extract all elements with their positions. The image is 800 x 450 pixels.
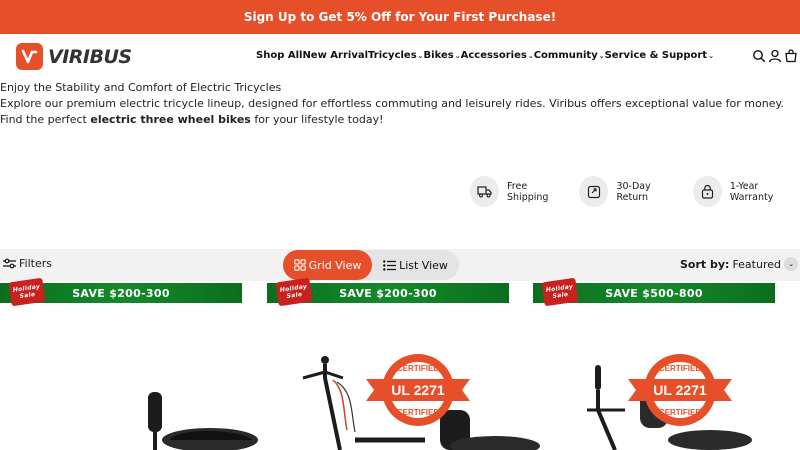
intro-body: Explore our premium electric tricycle li… bbox=[0, 96, 800, 128]
feature-30-day-return: 30-Day Return bbox=[579, 176, 680, 207]
cert-top-text: CERTIFIED bbox=[659, 364, 701, 373]
holiday-sale-badge: Holiday Sale bbox=[8, 277, 46, 307]
sale-badge-text: Holiday Sale bbox=[279, 283, 308, 301]
return-icon bbox=[579, 176, 609, 207]
filters-icon bbox=[3, 258, 16, 269]
list-icon bbox=[383, 259, 397, 271]
nav-item-new-arrival[interactable]: New Arrival bbox=[302, 50, 368, 61]
chevron-down-icon: ⌄ bbox=[784, 257, 798, 271]
sort-select[interactable]: Sort by: Featured ⌄ bbox=[680, 257, 798, 271]
sale-badge-text: Holiday Sale bbox=[12, 283, 41, 301]
list-view-label: List View bbox=[399, 258, 448, 272]
chevron-down-icon: ⌄ bbox=[708, 51, 714, 60]
holiday-sale-badge: Holiday Sale bbox=[541, 277, 579, 307]
promo-text[interactable]: Sign Up to Get 5% Off for Your First Pur… bbox=[244, 10, 556, 24]
grid-icon bbox=[293, 259, 306, 271]
nav-item-service-support[interactable]: Service & Support ⌄ bbox=[605, 50, 714, 61]
promo-bar[interactable]: Sign Up to Get 5% Off for Your First Pur… bbox=[0, 0, 800, 34]
ul-certified-badge: UL 2271 CERTIFIED CERTIFIED bbox=[628, 354, 732, 426]
view-toggle: Grid View List View bbox=[283, 250, 459, 280]
intro-body-end: for your lifestyle today! bbox=[250, 113, 384, 126]
ul-certified-badge: UL 2271 CERTIFIED CERTIFIED bbox=[366, 354, 470, 426]
sale-badge-text: Holiday Sale bbox=[545, 283, 574, 301]
filters-label: Filters bbox=[19, 257, 52, 270]
product-banner: Holiday Sale SAVE $500-800 bbox=[533, 277, 775, 307]
account-icon[interactable] bbox=[768, 49, 782, 63]
banner-text: SAVE $500-800 bbox=[605, 286, 703, 300]
cart-icon[interactable] bbox=[784, 49, 798, 63]
filters-button[interactable]: Filters bbox=[3, 257, 52, 270]
nav-label: Service & Support bbox=[604, 50, 708, 61]
intro-heading: Enjoy the Stability and Comfort of Elect… bbox=[0, 81, 282, 94]
nav-item-community[interactable]: Community ⌄ bbox=[534, 50, 605, 61]
lock-icon bbox=[692, 176, 722, 207]
feature-label: 1-Year Warranty bbox=[729, 180, 774, 203]
feature-badges: Free Shipping 30-Day Return 1-Year Warra… bbox=[470, 176, 800, 207]
product-image[interactable] bbox=[130, 380, 260, 450]
logo-text: VIRIBUS bbox=[48, 45, 132, 68]
nav-menu: Shop All New Arrival Tricycles ⌄ Bikes ⌄ A… bbox=[256, 50, 714, 61]
collection-toolbar: Filters Grid View List View Sort by: Fea… bbox=[0, 249, 800, 281]
sort-label: Sort by: bbox=[680, 257, 730, 271]
nav-item-tricycles[interactable]: Tricycles ⌄ bbox=[368, 50, 424, 61]
grid-view-label: Grid View bbox=[308, 258, 362, 272]
cert-bottom-text: CERTIFIED bbox=[397, 408, 439, 417]
nav-label: Accessories bbox=[460, 50, 527, 61]
cert-text: UL 2271 bbox=[653, 382, 707, 398]
logo-mark-icon bbox=[16, 43, 43, 70]
nav-item-bikes[interactable]: Bikes ⌄ bbox=[424, 50, 461, 61]
banner-text: SAVE $200-300 bbox=[339, 286, 437, 300]
feature-label: 30-Day Return bbox=[616, 180, 651, 203]
nav-label: Shop All bbox=[256, 50, 303, 61]
product-banner: Holiday Sale SAVE $200-300 bbox=[0, 277, 242, 307]
brand-logo[interactable]: VIRIBUS bbox=[16, 43, 132, 70]
cert-bottom-text: CERTIFIED bbox=[659, 408, 701, 417]
feature-1-year-warranty: 1-Year Warranty bbox=[692, 176, 800, 207]
intro-link-bold: electric three wheel bikes bbox=[90, 113, 251, 126]
cert-top-text: CERTIFIED bbox=[397, 364, 439, 373]
feature-label: Free Shipping bbox=[507, 180, 549, 203]
sort-value: Featured bbox=[732, 257, 781, 271]
nav-icons bbox=[752, 49, 798, 63]
cert-text: UL 2271 bbox=[391, 382, 445, 398]
product-banner: Holiday Sale SAVE $200-300 bbox=[267, 277, 509, 307]
nav-label: Community bbox=[533, 50, 598, 61]
nav-label: Bikes bbox=[423, 50, 454, 61]
list-view-button[interactable]: List View bbox=[372, 250, 459, 280]
feature-free-shipping: Free Shipping bbox=[470, 176, 567, 207]
main-nav: VIRIBUS Shop All New Arrival Tricycles ⌄ … bbox=[0, 34, 800, 80]
holiday-sale-badge: Holiday Sale bbox=[275, 277, 313, 307]
nav-item-accessories[interactable]: Accessories ⌄ bbox=[461, 50, 534, 61]
banner-text: SAVE $200-300 bbox=[72, 286, 170, 300]
grid-view-button[interactable]: Grid View bbox=[283, 250, 372, 280]
search-icon[interactable] bbox=[752, 49, 766, 63]
nav-label: New Arrival bbox=[302, 50, 369, 61]
collection-intro: Enjoy the Stability and Comfort of Elect… bbox=[0, 80, 800, 128]
nav-label: Tricycles bbox=[368, 50, 417, 61]
nav-item-shop-all[interactable]: Shop All bbox=[256, 50, 302, 61]
truck-icon bbox=[470, 176, 499, 207]
